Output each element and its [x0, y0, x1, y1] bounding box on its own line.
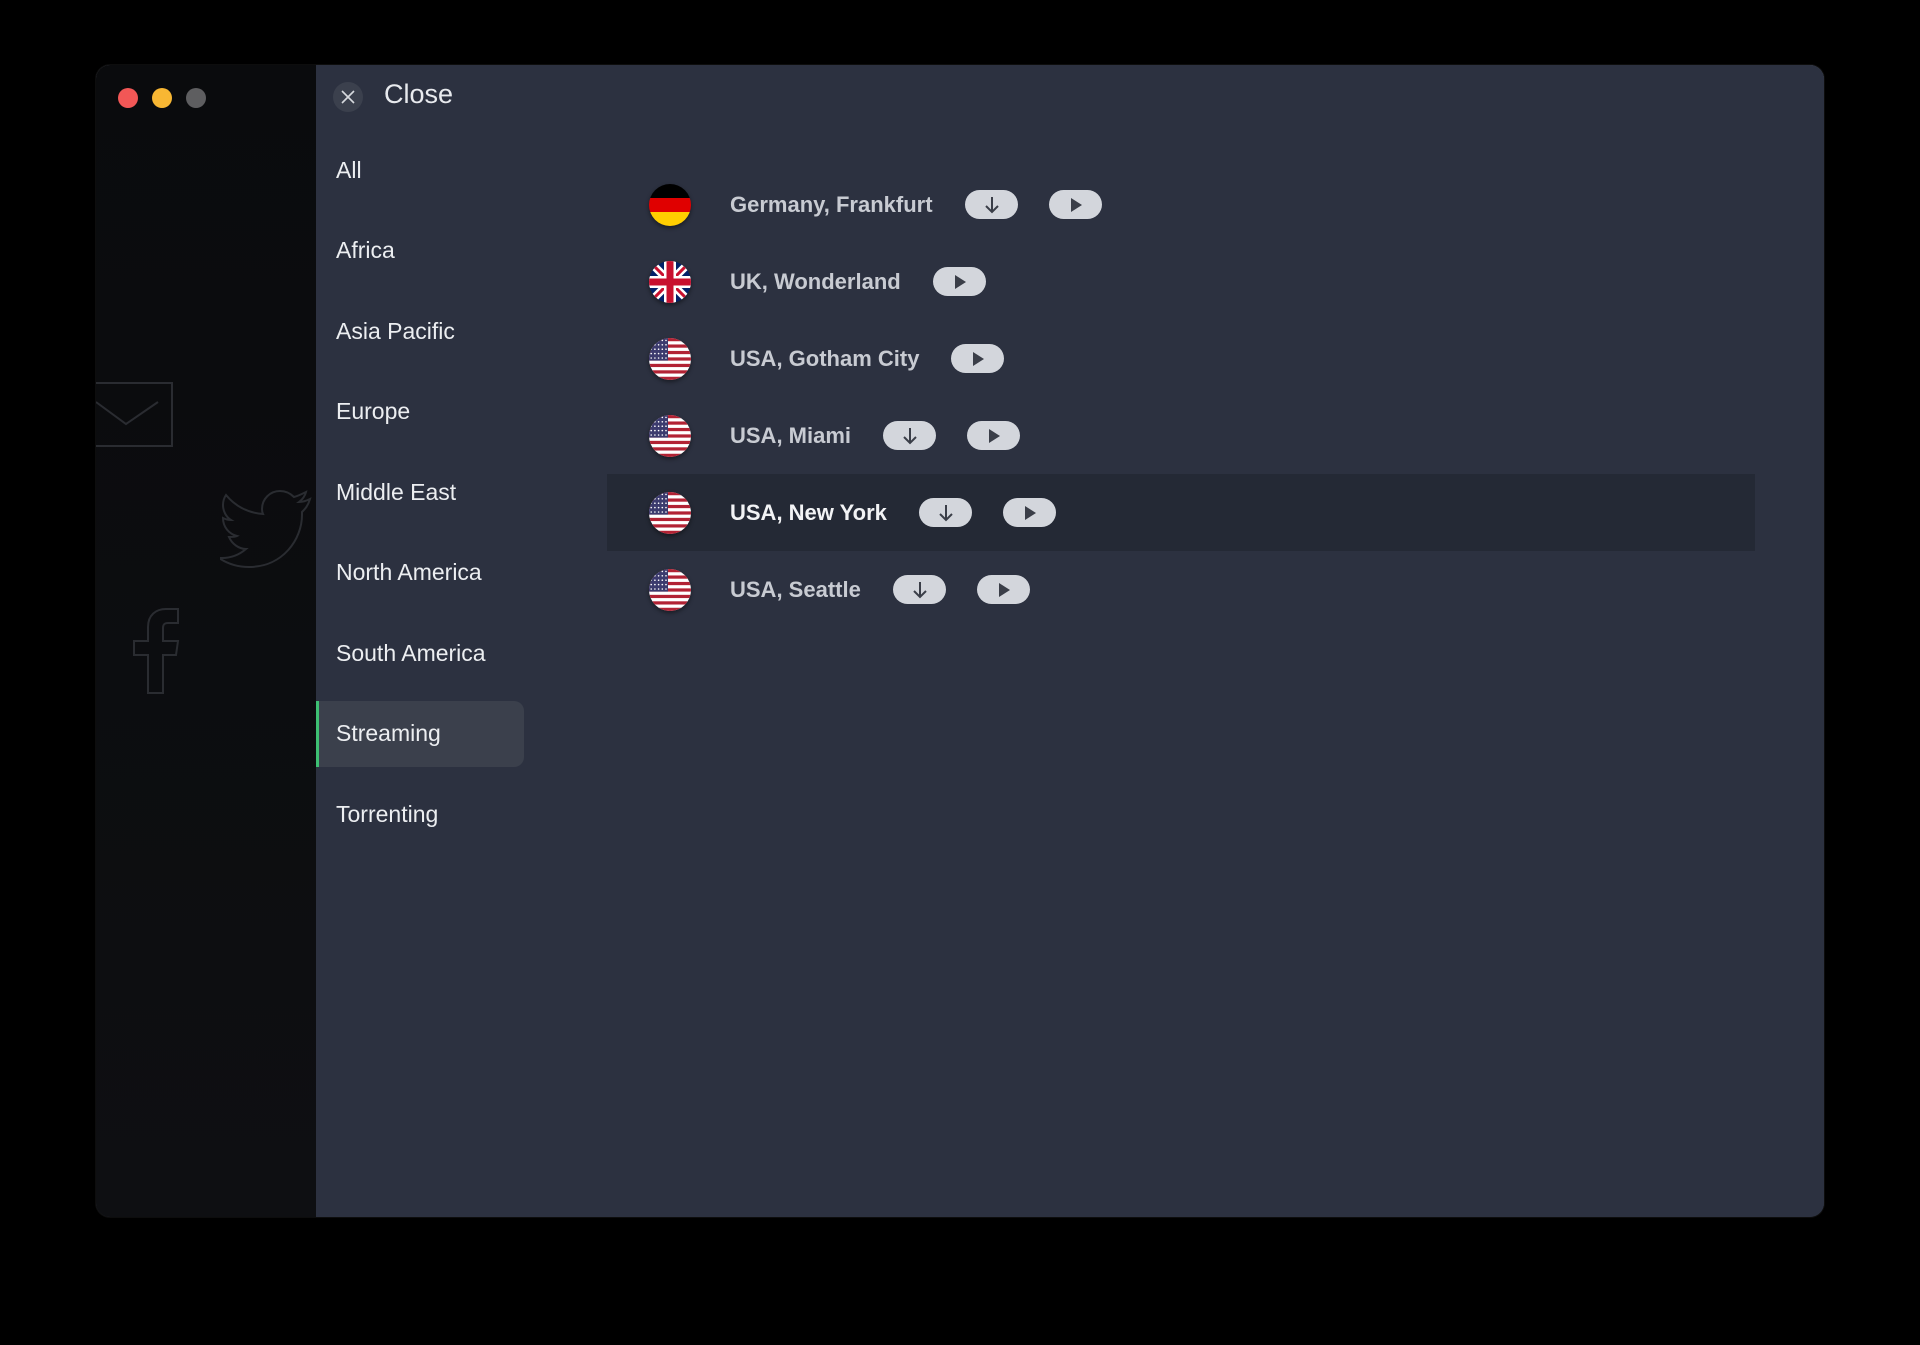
sidebar-item-label: South America: [336, 639, 486, 666]
sidebar-item-streaming[interactable]: Streaming: [316, 700, 524, 767]
usa-flag-icon: [649, 568, 691, 611]
sidebar-item-all[interactable]: All: [316, 137, 524, 203]
sidebar-item-label: Torrenting: [336, 800, 439, 827]
download-arrow-icon: [984, 196, 999, 213]
play-button[interactable]: [977, 575, 1030, 604]
download-button[interactable]: [883, 421, 936, 450]
sidebar-item-label: North America: [336, 559, 482, 585]
server-row[interactable]: Germany, Frankfurt: [607, 166, 1755, 243]
download-button[interactable]: [965, 190, 1018, 219]
download-arrow-icon: [938, 504, 953, 521]
download-button[interactable]: [919, 498, 972, 527]
server-label: USA, Miami: [730, 422, 852, 448]
server-list: Germany, Frankfurt UK, Wonderland USA, Got…: [607, 166, 1755, 628]
server-row[interactable]: USA, Miami: [607, 397, 1755, 474]
server-actions: [893, 575, 1030, 604]
play-icon: [988, 428, 1000, 443]
server-actions: [919, 498, 1056, 527]
usa-flag-icon: [649, 491, 691, 534]
server-label: USA, Gotham City: [730, 345, 920, 371]
sidebar-item-label: Streaming: [336, 720, 441, 746]
download-arrow-icon: [912, 581, 927, 598]
window-zoom-button[interactable]: [186, 88, 206, 108]
server-label: USA, Seattle: [730, 576, 861, 602]
sidebar-item-middle-east[interactable]: Middle East: [316, 459, 524, 525]
server-actions: [951, 344, 1004, 373]
sidebar-item-africa[interactable]: Africa: [316, 218, 524, 284]
server-row[interactable]: UK, Wonderland: [607, 243, 1755, 320]
play-button[interactable]: [1003, 498, 1056, 527]
server-panel: Close All Africa Asia Pacific Europe Middle …: [316, 65, 1824, 1217]
app-window: Close All Africa Asia Pacific Europe Middle …: [96, 65, 1824, 1217]
background-pane: [96, 65, 316, 1217]
server-label: UK, Wonderland: [730, 268, 901, 294]
download-button[interactable]: [893, 575, 946, 604]
usa-flag-icon: [649, 414, 691, 457]
play-icon: [1070, 197, 1082, 212]
play-button[interactable]: [933, 267, 986, 296]
server-row[interactable]: USA, Seattle: [607, 551, 1755, 628]
download-arrow-icon: [902, 427, 917, 444]
sidebar-item-south-america[interactable]: South America: [316, 620, 524, 686]
play-icon: [972, 351, 984, 366]
play-button[interactable]: [951, 344, 1004, 373]
window-close-button[interactable]: [118, 88, 138, 108]
server-actions: [965, 190, 1102, 219]
server-actions: [933, 267, 986, 296]
sidebar-item-label: Middle East: [336, 478, 457, 505]
server-label: USA, New York: [730, 499, 887, 525]
server-actions: [883, 421, 1020, 450]
usa-flag-icon: [649, 337, 691, 380]
server-row[interactable]: USA, Gotham City: [607, 320, 1755, 397]
close-button[interactable]: [333, 82, 363, 112]
sidebar-item-label: Africa: [336, 237, 395, 263]
sidebar-item-torrenting[interactable]: Torrenting: [316, 781, 524, 847]
play-button[interactable]: [1049, 190, 1102, 219]
facebook-icon: [133, 608, 180, 694]
sidebar-item-europe[interactable]: Europe: [316, 379, 524, 445]
server-row[interactable]: USA, New York: [607, 474, 1755, 551]
play-icon: [998, 582, 1010, 597]
play-button[interactable]: [967, 421, 1020, 450]
twitter-icon: [220, 489, 312, 569]
close-label[interactable]: Close: [384, 79, 453, 110]
sidebar-item-north-america[interactable]: North America: [316, 540, 524, 606]
server-label: Germany, Frankfurt: [730, 191, 933, 217]
germany-flag-icon: [649, 183, 691, 226]
sidebar-item-label: Europe: [336, 398, 411, 424]
close-icon: [341, 90, 355, 104]
play-icon: [1024, 505, 1036, 520]
uk-flag-icon: [649, 260, 691, 303]
sidebar-item-asia-pacific[interactable]: Asia Pacific: [316, 298, 524, 364]
envelope-icon: [96, 382, 173, 447]
window-minimize-button[interactable]: [152, 88, 172, 108]
sidebar-item-label: All: [336, 156, 362, 183]
play-icon: [954, 274, 966, 289]
sidebar-item-label: Asia Pacific: [336, 317, 455, 344]
category-sidebar: All Africa Asia Pacific Europe Middle East No…: [316, 137, 524, 862]
